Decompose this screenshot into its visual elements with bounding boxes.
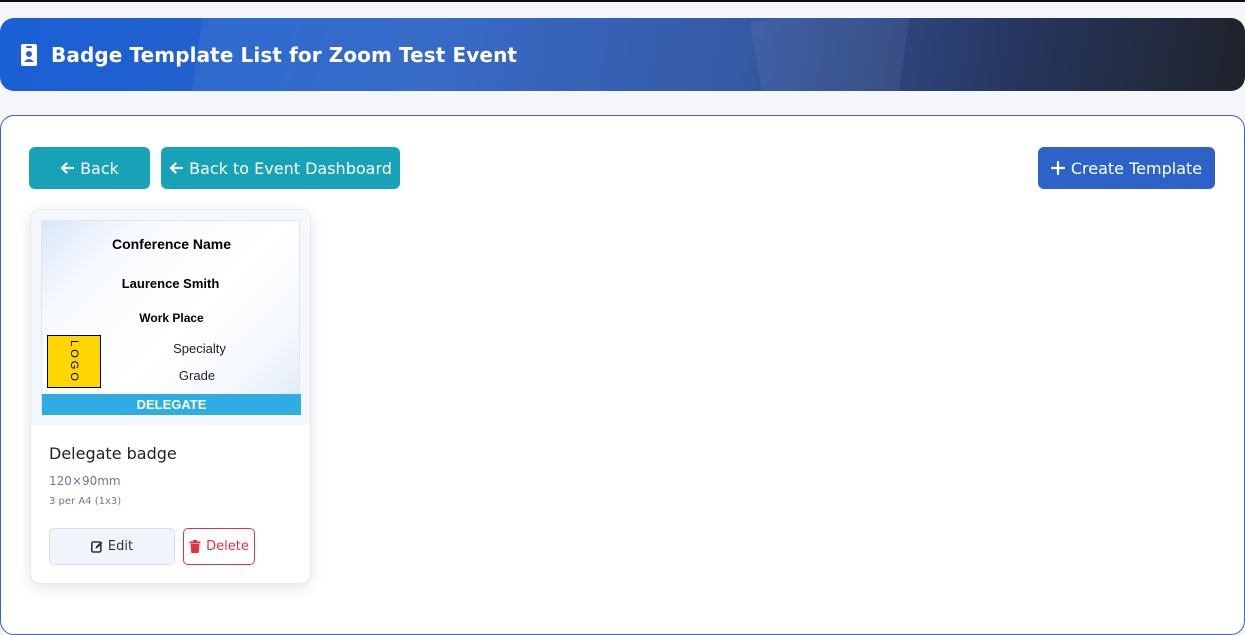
edit-template-button[interactable]: Edit xyxy=(49,528,175,565)
top-border xyxy=(0,0,1245,2)
template-size: 120×90mm xyxy=(49,474,121,488)
back-to-dashboard-button[interactable]: Back to Event Dashboard xyxy=(161,147,400,189)
plus-icon xyxy=(1050,161,1065,175)
badge-logo-text: LOGO xyxy=(67,339,80,384)
id-badge-icon xyxy=(21,43,37,66)
trash-icon xyxy=(189,540,201,553)
badge-grade: Grade xyxy=(178,368,216,383)
back-button-label: Back xyxy=(80,158,119,178)
template-list-panel: Back Back to Event Dashboard Create Temp… xyxy=(0,115,1245,635)
badge-logo-placeholder: LOGO xyxy=(47,335,101,388)
arrow-left-icon xyxy=(60,162,75,174)
create-template-button[interactable]: Create Template xyxy=(1038,147,1215,189)
badge-category-band: DELEGATE xyxy=(42,394,301,415)
template-layout: 3 per A4 (1x3) xyxy=(49,496,122,507)
back-to-dashboard-label: Back to Event Dashboard xyxy=(189,158,392,178)
badge-conference-name: Conference Name xyxy=(111,236,232,252)
arrow-left-icon xyxy=(169,162,184,174)
create-template-label: Create Template xyxy=(1070,158,1203,178)
edit-icon xyxy=(90,541,103,553)
template-title: Delegate badge xyxy=(49,444,177,463)
badge-preview-area: Conference Name Laurence Smith Work Plac… xyxy=(31,210,310,425)
badge-workplace: Work Place xyxy=(139,311,204,325)
badge-preview[interactable]: Conference Name Laurence Smith Work Plac… xyxy=(41,220,301,415)
page-header: Badge Template List for Zoom Test Event xyxy=(0,18,1245,91)
back-button[interactable]: Back xyxy=(29,147,150,189)
edit-label: Edit xyxy=(107,539,134,554)
delete-label: Delete xyxy=(206,539,249,554)
badge-attendee-name: Laurence Smith xyxy=(121,276,220,291)
template-card: Conference Name Laurence Smith Work Plac… xyxy=(30,209,311,584)
page-title: Badge Template List for Zoom Test Event xyxy=(51,42,518,67)
badge-specialty: Specialty xyxy=(173,341,226,356)
delete-template-button[interactable]: Delete xyxy=(183,528,255,565)
